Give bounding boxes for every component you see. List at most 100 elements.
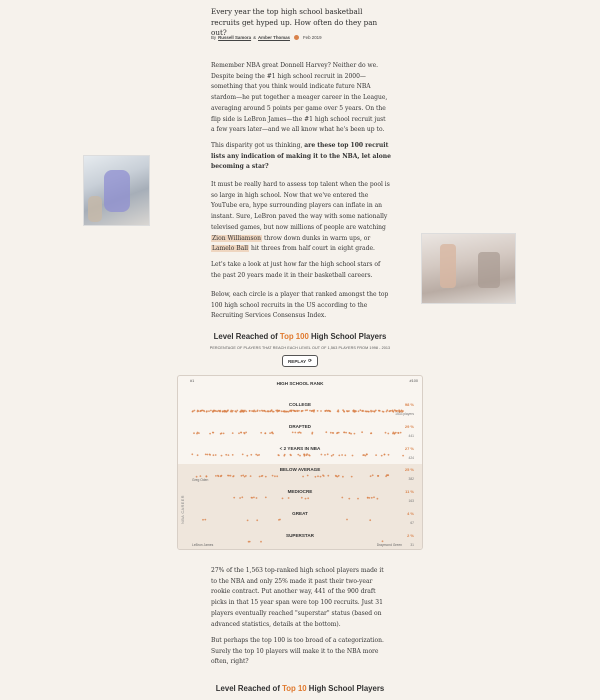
player-dot[interactable] [258,475,261,478]
player-dot[interactable] [317,475,319,478]
player-dot[interactable] [202,409,205,412]
player-dot[interactable] [220,474,223,477]
player-dot[interactable] [306,409,308,412]
player-dot[interactable] [209,454,211,456]
player-dot[interactable] [308,454,310,456]
player-dot[interactable] [369,475,372,478]
player-dot[interactable] [316,410,319,412]
player-dot[interactable] [346,518,348,521]
player-dot[interactable] [219,432,222,435]
player-dot[interactable] [314,475,317,478]
player-dot[interactable] [274,475,276,478]
player-dot[interactable] [279,518,281,521]
player-dot[interactable] [250,496,253,499]
player-dot[interactable] [298,431,301,434]
player-dot[interactable] [336,410,339,413]
player-dot[interactable] [348,497,351,500]
player-dot[interactable] [245,431,247,434]
player-dot[interactable] [204,453,207,456]
player-dot[interactable] [304,497,307,500]
player-dot[interactable] [386,409,389,412]
player-dot[interactable] [370,409,372,412]
player-dot[interactable] [374,409,377,412]
player-dot[interactable] [335,475,338,478]
player-dot[interactable] [320,410,322,412]
player-dot[interactable] [256,409,259,412]
player-dot[interactable] [202,518,204,521]
player-dot[interactable] [225,410,228,413]
player-dot[interactable] [240,431,242,434]
player-dot[interactable] [320,453,323,456]
player-dot[interactable] [357,497,359,500]
player-dot[interactable] [285,410,287,413]
player-dot[interactable] [397,432,400,434]
player-dot[interactable] [383,453,386,456]
player-dot[interactable] [343,410,345,413]
player-dot[interactable] [264,432,267,435]
player-dot[interactable] [191,410,194,413]
player-dot[interactable] [291,431,294,434]
player-dot[interactable] [391,410,394,413]
player-dot[interactable] [238,432,240,435]
player-dot[interactable] [216,410,219,413]
player-dot[interactable] [341,454,343,456]
player-dot[interactable] [250,453,253,456]
player-dot[interactable] [381,540,384,543]
player-dot[interactable] [264,496,267,499]
player-dot[interactable] [370,432,373,435]
player-dot[interactable] [282,410,285,413]
player-dot[interactable] [283,454,286,457]
player-dot[interactable] [402,454,404,457]
player-dot[interactable] [384,431,387,434]
player-dot[interactable] [332,453,335,456]
player-dot[interactable] [232,475,235,477]
player-dot[interactable] [205,410,208,413]
player-dot[interactable] [208,410,210,413]
player-dot[interactable] [329,410,332,413]
player-dot[interactable] [199,475,202,477]
player-dot[interactable] [371,474,374,477]
player-dot[interactable] [352,409,355,412]
player-dot[interactable] [373,496,375,499]
player-dot[interactable] [307,497,310,500]
player-dot[interactable] [327,474,330,477]
player-dot[interactable] [392,432,394,435]
player-dot[interactable] [241,453,244,456]
player-dot[interactable] [242,474,245,477]
player-dot[interactable] [191,453,194,456]
player-dot[interactable] [243,432,246,435]
player-dot[interactable] [270,409,273,412]
player-dot[interactable] [373,410,376,413]
player-dot[interactable] [253,496,255,499]
player-dot[interactable] [348,432,351,434]
player-dot[interactable] [324,454,326,456]
player-dot[interactable] [212,454,215,457]
player-dot[interactable] [206,453,209,456]
player-dot[interactable] [365,410,368,413]
player-dot[interactable] [196,431,199,434]
player-dot[interactable] [259,410,261,412]
player-dot[interactable] [325,431,328,434]
player-dot[interactable] [399,431,402,434]
player-dot[interactable] [338,454,341,457]
player-dot[interactable] [368,497,371,499]
player-dot[interactable] [370,496,373,499]
player-dot[interactable] [289,409,292,412]
player-dot[interactable] [359,409,362,412]
player-dot[interactable] [215,475,217,477]
player-dot[interactable] [252,410,254,412]
player-dot[interactable] [296,410,299,413]
player-dot[interactable] [234,410,237,413]
player-dot[interactable] [217,475,220,478]
player-dot[interactable] [196,454,199,457]
player-dot[interactable] [246,519,249,522]
player-dot[interactable] [210,409,212,412]
player-dot[interactable] [223,409,226,412]
player-dot[interactable] [309,409,311,412]
player-dot[interactable] [390,409,392,412]
player-dot[interactable] [311,432,314,435]
player-dot[interactable] [361,431,363,434]
player-dot[interactable] [245,410,248,413]
player-dot[interactable] [227,474,229,477]
player-dot[interactable] [272,432,274,435]
